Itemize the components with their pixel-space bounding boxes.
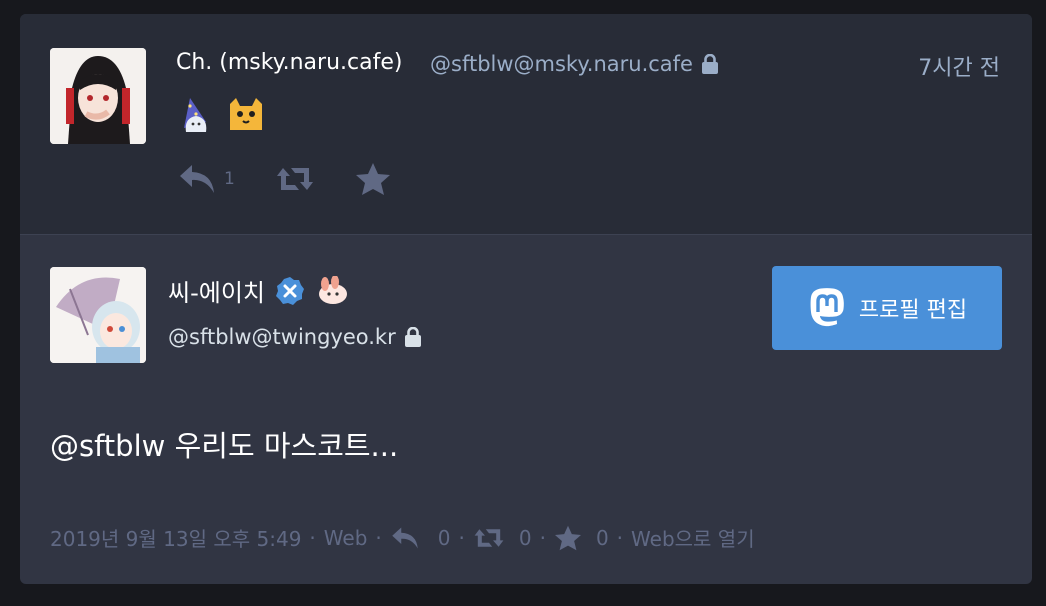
timeline-card: Ch. (msky.naru.cafe) @sftblw@msky.naru.c…: [20, 14, 1032, 584]
edit-profile-button[interactable]: 프로필 편집: [772, 266, 1002, 350]
status-datetime[interactable]: 2019년 9월 13일 오후 5:49: [50, 523, 301, 552]
detail-boost-count: 0: [518, 525, 532, 550]
reply-count: 1: [224, 169, 235, 189]
reply-icon: [392, 527, 418, 548]
lock-icon: [404, 327, 421, 347]
parent-status[interactable]: Ch. (msky.naru.cafe) @sftblw@msky.naru.c…: [20, 14, 1032, 235]
status-action-bar: 1: [178, 162, 391, 196]
boost-button[interactable]: [275, 164, 315, 194]
detailed-status: 씨-에이치 @sftblw@twingyeo.kr 프로필 편집 @sftblw…: [20, 235, 1032, 584]
star-icon: [355, 163, 390, 195]
open-in-web-link[interactable]: Web으로 열기: [631, 523, 755, 552]
bunny-emoji-icon: [318, 275, 347, 304]
status-account-handle[interactable]: @sftblw@msky.naru.cafe: [430, 52, 719, 76]
reply-button[interactable]: 1: [178, 163, 235, 195]
mastodon-logo-icon: [810, 288, 844, 327]
favourite-button[interactable]: [355, 162, 391, 196]
meta-separator: ·: [616, 525, 624, 550]
status-display-name[interactable]: Ch. (msky.naru.cafe): [176, 50, 402, 75]
avatar-image: [50, 267, 146, 363]
detail-account-handle[interactable]: @sftblw@twingyeo.kr: [168, 325, 422, 349]
detail-display-name[interactable]: 씨-에이치: [168, 273, 349, 308]
cat-face-emoji: [230, 98, 262, 130]
avatar[interactable]: [50, 267, 146, 363]
meta-separator: ·: [539, 525, 546, 550]
avatar-image: [50, 48, 146, 144]
detail-acct-text: @sftblw@twingyeo.kr: [168, 325, 396, 349]
meta-separator: ·: [375, 525, 382, 550]
wizard-ghost-emoji: [184, 98, 207, 132]
meta-separator: ·: [309, 525, 316, 550]
edit-profile-label: 프로필 편집: [858, 298, 968, 323]
detail-reply-count: 0: [437, 525, 451, 550]
reply-icon: [180, 165, 214, 193]
meta-separator: ·: [458, 525, 465, 550]
verified-badge-icon: [275, 276, 304, 305]
status-relative-time[interactable]: 7시간 전: [918, 50, 1000, 82]
status-emoji-content: [176, 94, 266, 134]
detail-display-name-text: 씨-에이치: [168, 279, 265, 307]
status-application[interactable]: Web: [324, 526, 368, 550]
detail-favourite-count: 0: [595, 525, 609, 550]
avatar[interactable]: [50, 48, 146, 144]
status-meta: 2019년 9월 13일 오후 5:49 · Web · 0 · 0 · 0 ·…: [50, 523, 755, 552]
status-acct-text: @sftblw@msky.naru.cafe: [430, 52, 693, 76]
lock-icon: [701, 54, 718, 74]
star-icon: [554, 525, 581, 550]
boost-icon: [276, 168, 313, 190]
boost-icon: [474, 528, 504, 547]
status-content: @sftblw 우리도 마스코트...: [50, 429, 399, 463]
